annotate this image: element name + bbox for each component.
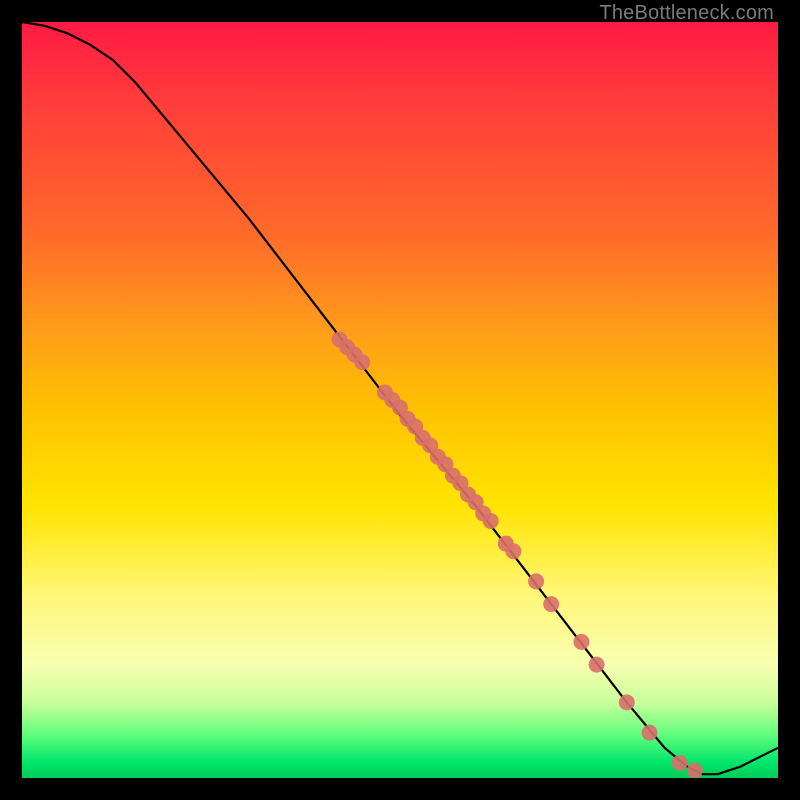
sample-point <box>619 694 635 710</box>
plot-area <box>22 22 778 778</box>
sample-point <box>642 725 658 741</box>
sample-point <box>528 573 544 589</box>
attribution-text: TheBottleneck.com <box>599 2 774 25</box>
sample-point <box>573 634 589 650</box>
sample-point <box>505 543 521 559</box>
sample-point <box>543 596 559 612</box>
curve-layer <box>22 22 778 778</box>
sample-points-group <box>332 332 703 779</box>
sample-point <box>483 513 499 529</box>
sample-point <box>589 657 605 673</box>
sample-point <box>687 762 703 778</box>
sample-point <box>354 354 370 370</box>
chart-container: TheBottleneck.com <box>0 0 800 800</box>
sample-point <box>672 755 688 771</box>
